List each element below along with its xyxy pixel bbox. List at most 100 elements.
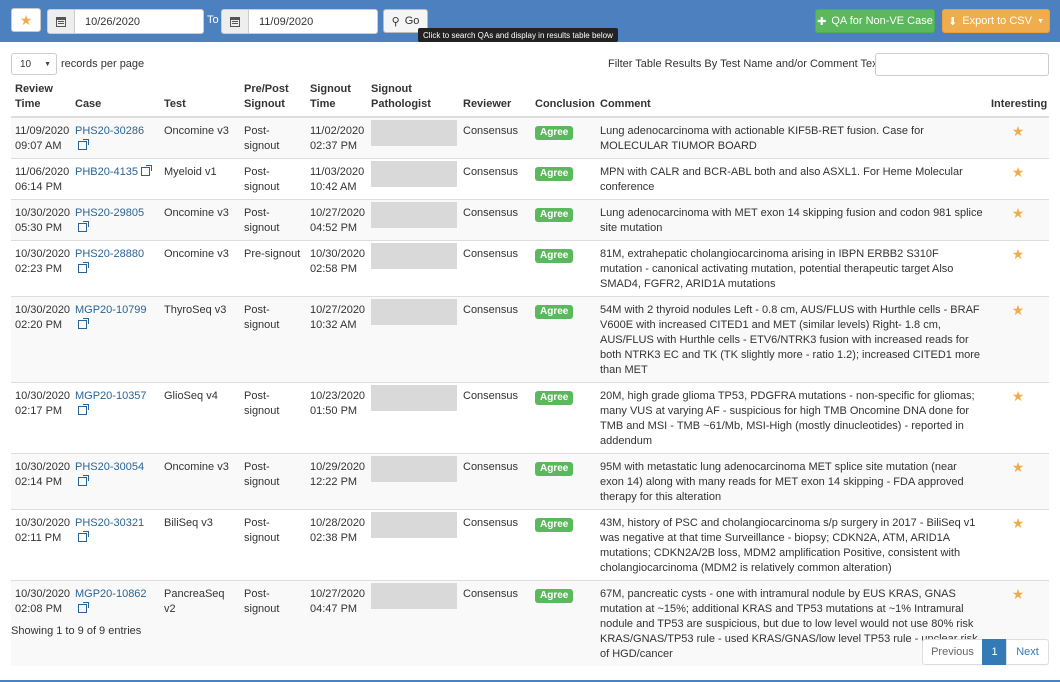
case-link[interactable]: PHS20-28880 [75,248,144,275]
col-signout-time[interactable]: Signout Time [306,82,367,118]
case-id: PHB20-4135 [75,166,138,178]
page-length-value: 10 [20,58,32,70]
case-link[interactable]: PHS20-30054 [75,461,144,488]
case-link[interactable]: MGP20-10357 [75,390,147,417]
from-calendar-button[interactable] [47,9,75,34]
review-date: 11/09/2020 [15,125,70,137]
test-cell: PancreaSeq v2 [160,580,240,666]
reviewer-cell: Consensus [459,580,531,666]
export-csv-button[interactable]: ⬇ Export to CSV ▼ [942,9,1050,33]
signout-time: 02:37 PM [310,140,358,152]
test-cell: GlioSeq v4 [160,382,240,454]
case-cell: PHS20-30321 [71,509,160,581]
review-time-cell: 11/06/2020 06:14 PM [11,158,71,200]
redacted-pathologist [371,299,457,325]
table-row: 10/30/2020 02:14 PM PHS20-30054 Oncomine v3… [11,453,1049,510]
review-time-cell: 10/30/2020 02:08 PM [11,580,71,666]
col-comment[interactable]: Comment [596,82,987,118]
results-table: Review Time Case Test Pre/Post Signout S… [11,82,1049,666]
page-length-select[interactable]: 10 ▼ [11,53,57,75]
to-calendar-button[interactable] [221,9,249,34]
conclusion-cell: Agree [531,509,596,581]
signout-type-cell: Post-signout [240,580,306,666]
star-icon[interactable]: ★ [991,247,1045,261]
caret-down-icon: ▼ [1036,17,1044,25]
comment-cell: 54M with 2 thyroid nodules Left - 0.8 cm… [596,296,987,383]
col-test[interactable]: Test [160,82,240,118]
star-icon[interactable]: ★ [991,516,1045,530]
qa-non-ve-case-button[interactable]: ✚ QA for Non-VE Case [815,9,935,33]
col-case[interactable]: Case [71,82,160,118]
records-per-page-label: records per page [61,58,145,70]
redacted-pathologist [371,512,457,538]
signout-pathologist-cell [367,199,459,241]
case-cell: MGP20-10799 [71,296,160,383]
previous-page-button[interactable]: Previous [922,639,983,665]
review-time: 05:30 PM [15,222,63,234]
case-cell: PHS20-30286 [71,116,160,159]
conclusion-badge: Agree [535,167,574,181]
redacted-pathologist [371,385,457,411]
signout-pathologist-cell [367,240,459,297]
filter-input[interactable] [875,53,1049,76]
signout-date: 10/29/2020 [310,461,366,473]
col-reviewer[interactable]: Reviewer [459,82,531,118]
test-cell: Oncomine v3 [160,453,240,510]
conclusion-badge: Agree [535,391,574,405]
reviewer-cell: Consensus [459,158,531,200]
review-time-cell: 10/30/2020 02:11 PM [11,509,71,581]
case-link[interactable]: PHS20-29805 [75,207,144,234]
col-review-time[interactable]: Review Time [11,82,71,118]
case-link[interactable]: PHB20-4135 [75,165,152,178]
conclusion-badge: Agree [535,518,574,532]
case-id: MGP20-10357 [75,390,147,402]
reviewer-cell: Consensus [459,296,531,383]
case-link[interactable]: MGP20-10862 [75,588,147,615]
favorites-button[interactable]: ★ [11,8,41,32]
star-icon[interactable]: ★ [991,389,1045,403]
review-time: 06:14 PM [15,181,63,193]
case-link[interactable]: PHS20-30321 [75,517,144,544]
interesting-cell: ★ [987,116,1049,159]
review-date: 10/30/2020 [15,304,71,316]
star-icon[interactable]: ★ [991,206,1045,220]
signout-time-cell: 10/27/2020 04:52 PM [306,199,367,241]
case-link[interactable]: PHS20-30286 [75,125,144,152]
to-date-input[interactable]: 11/09/2020 [249,9,378,34]
from-date-input[interactable]: 10/26/2020 [75,9,204,34]
signout-pathologist-cell [367,453,459,510]
star-icon[interactable]: ★ [991,460,1045,474]
signout-type-cell: Post-signout [240,296,306,383]
comment-cell: 81M, extrahepatic cholangiocarcinoma ari… [596,240,987,297]
case-link[interactable]: MGP20-10799 [75,304,147,331]
page-1-button[interactable]: 1 [982,639,1007,665]
reviewer-cell: Consensus [459,199,531,241]
signout-time-cell: 10/28/2020 02:38 PM [306,509,367,581]
review-time: 02:20 PM [15,319,63,331]
star-icon[interactable]: ★ [991,303,1045,317]
signout-pathologist-cell [367,158,459,200]
review-date: 10/30/2020 [15,248,71,260]
table-row: 10/30/2020 02:17 PM MGP20-10357 GlioSeq v4 P… [11,382,1049,454]
test-cell: Oncomine v3 [160,240,240,297]
signout-pathologist-cell [367,580,459,666]
next-page-button[interactable]: Next [1006,639,1049,665]
col-conclusion[interactable]: Conclusion [531,82,596,118]
signout-date: 10/27/2020 [310,588,366,600]
comment-cell: MPN with CALR and BCR-ABL both and also … [596,158,987,200]
comment-cell: Lung adenocarcinoma with actionable KIF5… [596,116,987,159]
star-icon[interactable]: ★ [991,124,1045,138]
case-cell: PHB20-4135 [71,158,160,200]
col-signout-pathologist[interactable]: Signout Pathologist [367,82,459,118]
star-icon[interactable]: ★ [991,587,1045,601]
star-icon[interactable]: ★ [991,165,1045,179]
case-id: PHS20-30321 [75,517,145,529]
test-cell: BiliSeq v3 [160,509,240,581]
go-label: Go [404,15,420,27]
review-date: 10/30/2020 [15,390,71,402]
table-row: 10/30/2020 05:30 PM PHS20-29805 Oncomine v3… [11,199,1049,241]
signout-date: 10/30/2020 [310,248,366,260]
col-interesting[interactable]: Interesting [987,82,1049,118]
table-row: 11/06/2020 06:14 PM PHB20-4135 Myeloid v1 Po… [11,158,1049,200]
col-pre-post-signout[interactable]: Pre/Post Signout [240,82,306,118]
